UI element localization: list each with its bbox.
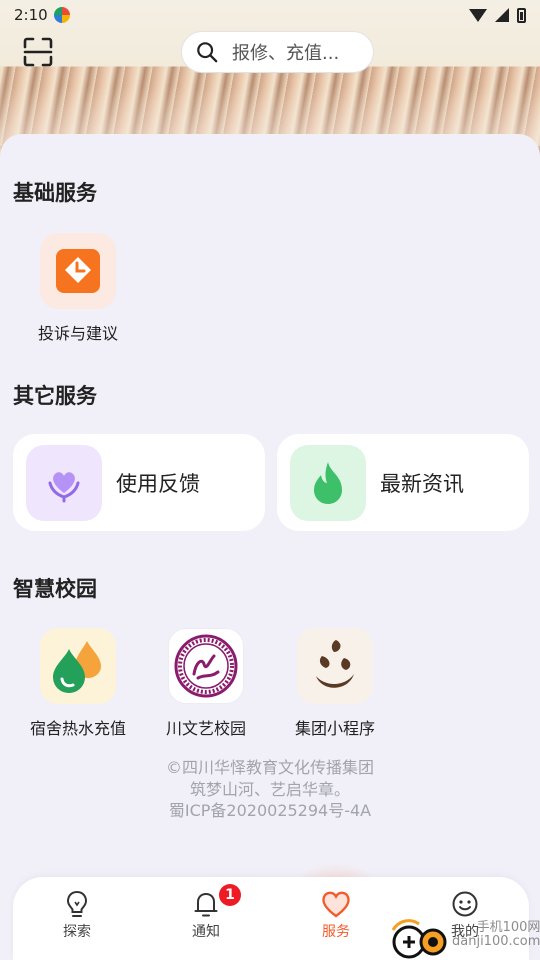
campus-mini-program[interactable]: 集团小程序 <box>270 628 400 739</box>
news-card[interactable]: 最新资讯 <box>277 434 529 531</box>
watermark-logo <box>391 919 447 959</box>
heart-icon <box>322 891 350 918</box>
nav-label: 通知 <box>192 924 220 940</box>
search-icon <box>197 42 218 63</box>
campus-university[interactable]: 川文艺校园 <box>141 628 271 739</box>
footer-copyright: ©四川华怿教育文化传播集团 <box>165 758 374 777</box>
wifi-icon <box>469 8 487 22</box>
nav-services[interactable]: 服务 <box>296 889 376 941</box>
watermark-text: 手机100网 danji100.com <box>452 921 540 949</box>
university-tile <box>168 628 244 704</box>
battery-icon <box>517 7 526 23</box>
scan-icon <box>23 37 53 67</box>
status-indicators <box>469 7 526 23</box>
feedback-label: 使用反馈 <box>116 471 200 496</box>
status-time: 2:10 <box>14 6 48 24</box>
campus-label: 宿舍热水充值 <box>29 719 126 738</box>
water-drop-icon <box>53 641 101 693</box>
mini-program-tile <box>297 628 373 704</box>
group-logo-icon <box>316 640 354 688</box>
footer-icp[interactable]: 蜀ICP备2020025294号-4A <box>0 800 540 822</box>
news-tile <box>290 444 366 521</box>
nav-label: 探索 <box>63 924 91 940</box>
footer-slogan: 筑梦山河、艺启华章。 <box>189 780 350 799</box>
complaint-tile <box>40 233 116 309</box>
nav-explore[interactable]: 探索 <box>37 889 117 941</box>
watermark-line1: 手机100网 <box>476 920 540 935</box>
hot-water-tile <box>40 628 116 704</box>
watermark-line2: danji100.com <box>452 934 540 949</box>
feedback-tile <box>26 444 102 521</box>
service-complaint[interactable]: 投诉与建议 <box>13 233 143 344</box>
section-title-basic: 基础服务 <box>13 181 97 205</box>
complaint-icon <box>56 249 100 293</box>
campus-label: 川文艺校园 <box>165 719 246 738</box>
heart-hands-icon <box>48 471 80 502</box>
lightbulb-icon <box>66 890 88 917</box>
flame-icon <box>314 461 342 504</box>
search-placeholder: 报修、充值... <box>232 43 340 64</box>
feedback-card[interactable]: 使用反馈 <box>13 434 265 531</box>
bell-icon <box>194 892 218 917</box>
search-input[interactable]: 报修、充值... <box>181 31 374 73</box>
app-notification-icon <box>53 7 70 23</box>
smile-face-icon <box>452 891 478 917</box>
nav-label: 服务 <box>322 924 350 940</box>
section-title-campus: 智慧校园 <box>13 577 97 601</box>
campus-label: 集团小程序 <box>294 719 375 738</box>
university-seal-icon <box>174 634 238 698</box>
section-title-other: 其它服务 <box>13 384 97 408</box>
campus-hot-water[interactable]: 宿舍热水充值 <box>13 628 143 739</box>
notification-badge: 1 <box>219 884 241 906</box>
service-label: 投诉与建议 <box>37 324 118 343</box>
scan-button[interactable] <box>22 36 54 68</box>
status-bar: 2:10 <box>0 0 540 30</box>
signal-icon <box>495 8 509 22</box>
news-label: 最新资讯 <box>380 471 464 496</box>
